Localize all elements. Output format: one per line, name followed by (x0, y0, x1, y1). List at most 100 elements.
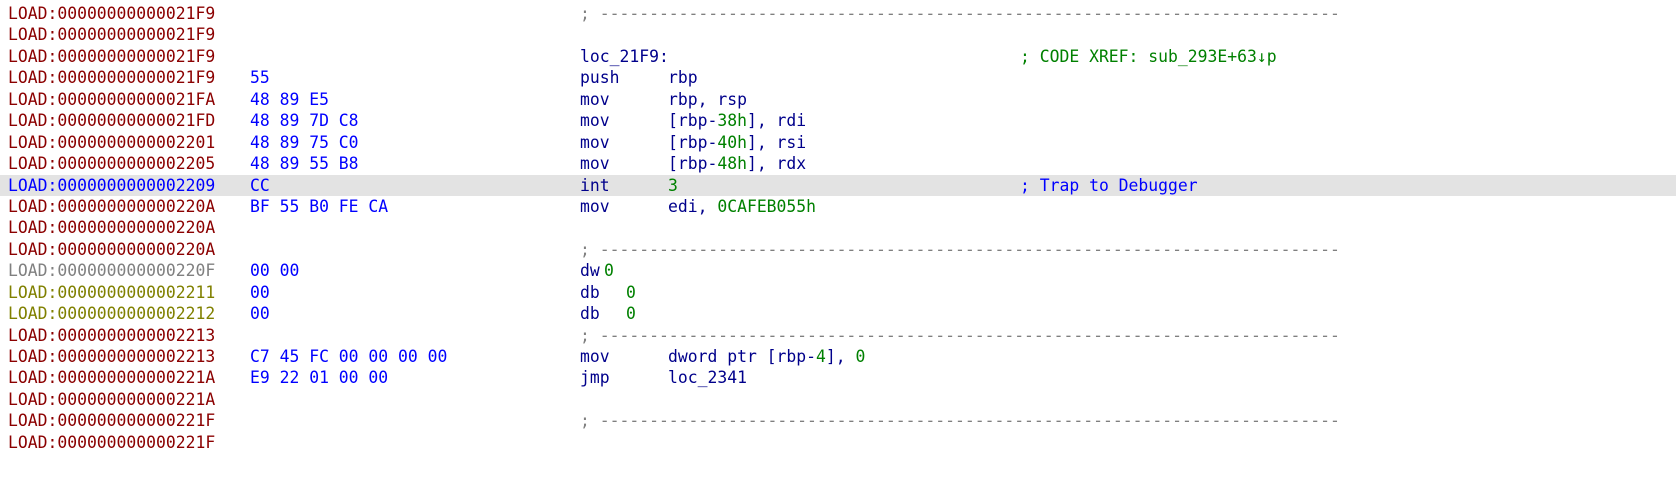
operand-text: ], (825, 347, 856, 366)
mnemonic[interactable]: mov (580, 89, 610, 110)
data-value: 0 (604, 261, 614, 281)
listing-row[interactable]: LOAD:00000000000021FD 48 89 7D C8 mov [rbp-… (0, 110, 1676, 131)
code-label[interactable]: loc_21F9: (580, 46, 669, 67)
address[interactable]: LOAD:00000000000021FA (8, 89, 215, 110)
mnemonic[interactable]: mov (580, 346, 610, 367)
operands[interactable]: rbp, rsp (668, 89, 747, 110)
operand-number: 48h (717, 154, 747, 174)
listing-row[interactable]: LOAD:00000000000021F9 (0, 24, 1676, 45)
separator-comment: ; --------------------------------------… (580, 4, 1340, 23)
listing-row[interactable]: LOAD:000000000000221F (0, 432, 1676, 453)
opcode-bytes: C7 45 FC 00 00 00 00 (250, 347, 448, 366)
operand-text: ], rdx (746, 154, 807, 174)
disassembly-listing[interactable]: LOAD:00000000000021F9 ; -----------------… (0, 0, 1676, 453)
mnemonic[interactable]: mov (580, 196, 610, 217)
address[interactable]: LOAD:0000000000002205 (8, 153, 215, 174)
opcode-bytes: CC (250, 175, 270, 195)
operands[interactable]: dword ptr [rbp-4], 0 (668, 346, 865, 367)
operands[interactable]: loc_2341 (668, 367, 747, 388)
opcode-bytes: 48 89 55 B8 (250, 154, 359, 174)
operand-text: [rbp- (668, 154, 718, 174)
operand-number: 4 (816, 347, 826, 366)
listing-row[interactable]: LOAD:0000000000002213 ; -----------------… (0, 325, 1676, 346)
data-directive[interactable]: db (580, 282, 600, 303)
address[interactable]: LOAD:000000000000220A (8, 239, 215, 260)
listing-row[interactable]: LOAD:0000000000002211 00 db 0 (0, 282, 1676, 303)
address[interactable]: LOAD:0000000000002213 (8, 346, 215, 367)
opcode-bytes: 55 (250, 68, 270, 88)
address[interactable]: LOAD:000000000000220A (8, 196, 215, 217)
operand-text: ], rdi (746, 111, 807, 131)
listing-row[interactable]: LOAD:000000000000220A ; -----------------… (0, 239, 1676, 260)
opcode-bytes: 48 89 7D C8 (250, 111, 359, 131)
separator-comment: ; --------------------------------------… (580, 239, 1340, 259)
address[interactable]: LOAD:00000000000021F9 (8, 46, 215, 67)
address[interactable]: LOAD:0000000000002213 (8, 325, 215, 346)
separator-comment: ; --------------------------------------… (580, 325, 1340, 345)
opcode-bytes: 00 00 (250, 261, 300, 281)
listing-row[interactable]: LOAD:00000000000021F9 loc_21F9: ; CODE XRE… (0, 46, 1676, 67)
mnemonic[interactable]: push (580, 67, 619, 88)
operands[interactable]: 3 (668, 175, 678, 196)
data-directive[interactable]: db (580, 303, 600, 324)
data-value: 0 (626, 282, 636, 302)
address[interactable]: LOAD:00000000000021F9 (8, 3, 215, 24)
listing-row[interactable]: LOAD:00000000000021F9 ; -----------------… (0, 3, 1676, 24)
address[interactable]: LOAD:0000000000002211 (8, 282, 215, 303)
operand-text: rbp (668, 68, 698, 88)
listing-row[interactable]: LOAD:00000000000021FA 48 89 E5 mov rbp, rsp (0, 89, 1676, 110)
listing-row-selected[interactable]: LOAD:0000000000002209 CC int 3 ; Trap to Deb… (0, 174, 1676, 196)
address[interactable]: LOAD:0000000000002201 (8, 132, 215, 153)
operands[interactable]: [rbp-38h], rdi (668, 110, 806, 131)
listing-row[interactable]: LOAD:000000000000221A (0, 389, 1676, 410)
operands[interactable]: rbp (668, 67, 698, 88)
listing-row[interactable]: LOAD:0000000000002213 C7 45 FC 00 00 00 0… (0, 346, 1676, 367)
opcode-bytes: 48 89 75 C0 (250, 132, 359, 152)
address[interactable]: LOAD:000000000000221F (8, 410, 215, 431)
operands[interactable]: [rbp-48h], rdx (668, 153, 806, 174)
mnemonic[interactable]: mov (580, 110, 610, 131)
operand-text: dword ptr [rbp- (668, 347, 817, 366)
address[interactable]: LOAD:0000000000002209 (8, 175, 215, 196)
listing-row[interactable]: LOAD:000000000000220A BF 55 B0 FE CA mov ed… (0, 196, 1676, 217)
operands[interactable]: [rbp-40h], rsi (668, 132, 806, 153)
listing-row[interactable]: LOAD:0000000000002201 48 89 75 C0 mov [rbp-… (0, 132, 1676, 153)
listing-row[interactable]: LOAD:000000000000220A (0, 217, 1676, 238)
listing-row[interactable]: LOAD:0000000000002212 00 db 0 (0, 303, 1676, 324)
address[interactable]: LOAD:00000000000021FD (8, 110, 215, 131)
address[interactable]: LOAD:000000000000221A (8, 389, 215, 410)
address[interactable]: LOAD:000000000000221F (8, 432, 215, 453)
mnemonic[interactable]: int (580, 175, 610, 196)
address[interactable]: LOAD:000000000000221A (8, 367, 215, 388)
mnemonic[interactable]: jmp (580, 367, 610, 388)
operand-text: [rbp- (668, 132, 718, 152)
mnemonic[interactable]: mov (580, 132, 610, 153)
operand-text: edi, (668, 196, 718, 216)
listing-row[interactable]: LOAD:00000000000021F9 55 push rbp (0, 67, 1676, 88)
data-value: 0 (626, 304, 636, 324)
opcode-bytes: 00 (250, 304, 270, 324)
address[interactable]: LOAD:0000000000002212 (8, 303, 215, 324)
mnemonic[interactable]: mov (580, 153, 610, 174)
operand-number: 38h (717, 111, 747, 131)
data-directive[interactable]: dw (580, 260, 600, 281)
operands[interactable]: edi, 0CAFEB055h (668, 196, 816, 217)
code-xref-comment: ; CODE XREF: sub_293E+63↓p (1020, 46, 1277, 66)
operand-text: loc_2341 (668, 368, 747, 388)
listing-row[interactable]: LOAD:000000000000220F 00 00 dw 0 (0, 260, 1676, 281)
address[interactable]: LOAD:00000000000021F9 (8, 67, 215, 88)
address[interactable]: LOAD:000000000000220F (8, 260, 215, 281)
listing-row[interactable]: LOAD:000000000000221A E9 22 01 00 00 jmp lo… (0, 367, 1676, 388)
listing-row[interactable]: LOAD:000000000000221F ; -----------------… (0, 410, 1676, 431)
line-comment: ; Trap to Debugger (1020, 175, 1198, 195)
separator-comment: ; --------------------------------------… (580, 411, 1340, 431)
operand-number: 40h (717, 132, 747, 152)
operand-number: 3 (668, 175, 678, 195)
operand-number: 0CAFEB055h (717, 196, 817, 216)
address[interactable]: LOAD:00000000000021F9 (8, 24, 215, 45)
opcode-bytes: E9 22 01 00 00 (250, 368, 389, 388)
address[interactable]: LOAD:000000000000220A (8, 217, 215, 238)
operand-number: 0 (855, 347, 866, 366)
listing-row[interactable]: LOAD:0000000000002205 48 89 55 B8 mov [rbp-… (0, 153, 1676, 174)
operand-text: ], rsi (746, 132, 807, 152)
